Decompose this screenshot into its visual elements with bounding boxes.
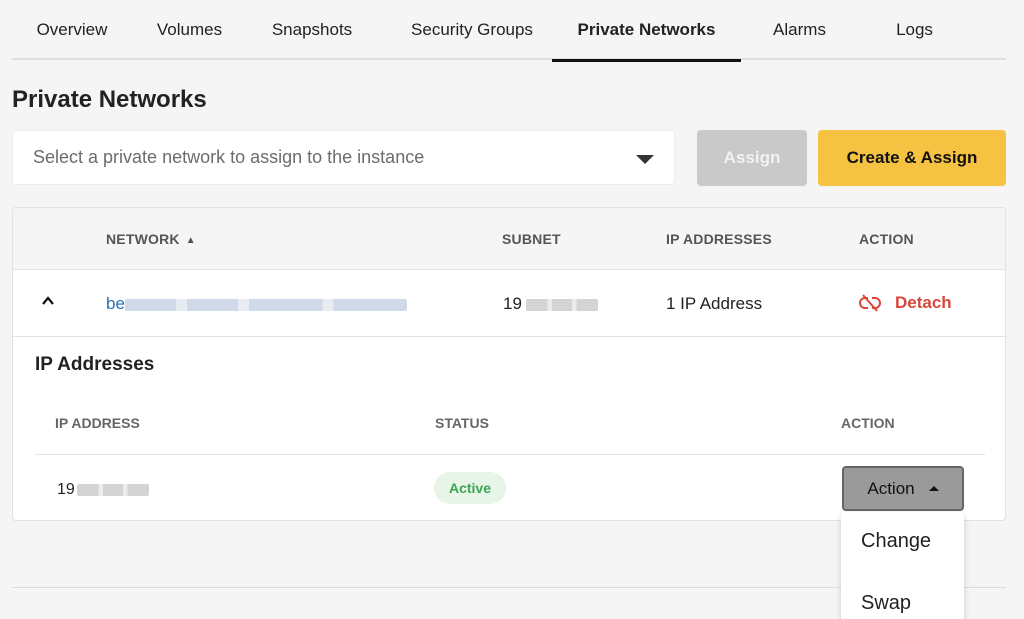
detach-button[interactable]: Detach — [859, 293, 952, 313]
ip-address-value: 19 — [57, 481, 149, 499]
menu-item-change[interactable]: Change — [861, 530, 931, 553]
redacted-text — [124, 298, 407, 311]
tab-label: Security Groups — [411, 20, 533, 39]
column-header-label: NETWORK — [106, 231, 180, 247]
detach-label: Detach — [895, 293, 952, 312]
tab-label: Alarms — [773, 20, 826, 39]
table-header: NETWORK ▲︎ SUBNET IP ADDRESSES ACTION — [13, 208, 1005, 270]
assign-button[interactable]: Assign — [697, 130, 807, 186]
tab-label: Volumes — [156, 20, 223, 39]
tab-private-networks[interactable]: Private Networks — [552, 0, 741, 62]
redacted-text — [76, 483, 149, 496]
subnet-text: 19 — [503, 294, 522, 313]
divider — [35, 454, 985, 455]
tab-label: Overview — [36, 20, 108, 39]
tab-alarms[interactable]: Alarms — [757, 0, 842, 60]
create-and-assign-button[interactable]: Create & Assign — [818, 130, 1006, 186]
column-header-status: STATUS — [435, 415, 489, 431]
tab-label: Logs — [896, 20, 933, 39]
network-name-text: be — [106, 294, 125, 313]
tab-snapshots[interactable]: Snapshots — [257, 0, 367, 60]
networks-table: NETWORK ▲︎ SUBNET IP ADDRESSES ACTION be … — [12, 207, 1006, 521]
column-header-ip-action: ACTION — [841, 415, 895, 431]
tab-bar: Overview Volumes Snapshots Security Grou… — [12, 0, 1006, 62]
select-placeholder: Select a private network to assign to th… — [33, 147, 425, 167]
tab-security-groups[interactable]: Security Groups — [392, 0, 552, 60]
column-header-ip-addresses: IP ADDRESSES — [666, 231, 772, 247]
menu-item-swap[interactable]: Swap — [861, 592, 911, 615]
action-label: Action — [867, 478, 915, 498]
tab-logs[interactable]: Logs — [872, 0, 957, 60]
subnet-value: 19 — [503, 294, 598, 314]
caret-up-icon — [928, 486, 939, 491]
network-name-link[interactable]: be — [106, 294, 407, 314]
ip-text: 19 — [57, 481, 75, 498]
column-header-network[interactable]: NETWORK ▲︎ — [106, 231, 196, 247]
caret-down-icon — [636, 155, 654, 164]
sort-icon[interactable]: ▲︎ — [186, 235, 196, 246]
chevron-up-icon[interactable] — [42, 295, 54, 307]
table-row: be 19 1 IP Address Detach — [13, 270, 1005, 337]
ip-count: 1 IP Address — [666, 294, 763, 313]
tab-volumes[interactable]: Volumes — [142, 0, 237, 60]
page-title: Private Networks — [12, 86, 207, 113]
ip-addresses-title: IP Addresses — [35, 354, 155, 375]
private-network-select[interactable]: Select a private network to assign to th… — [12, 130, 675, 185]
column-header-subnet: SUBNET — [502, 231, 561, 247]
action-menu: Change Swap — [841, 512, 964, 619]
active-tab-indicator — [552, 59, 741, 62]
column-header-ip-address: IP ADDRESS — [55, 415, 140, 431]
redacted-text — [525, 298, 598, 311]
unlink-icon — [859, 294, 881, 312]
status-badge: Active — [434, 472, 506, 504]
action-dropdown-button[interactable]: Action — [842, 466, 964, 511]
tab-overview[interactable]: Overview — [12, 0, 132, 60]
tab-label: Snapshots — [271, 20, 353, 39]
column-header-action: ACTION — [859, 231, 914, 247]
tab-label: Private Networks — [577, 20, 716, 39]
